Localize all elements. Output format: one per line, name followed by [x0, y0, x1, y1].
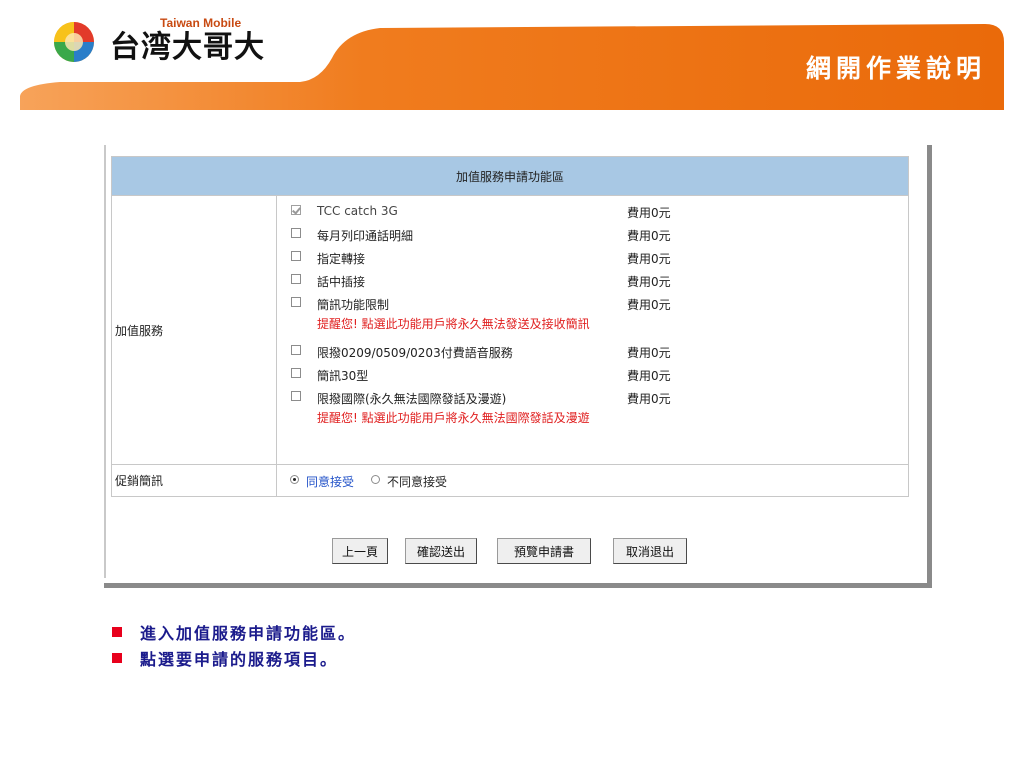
promo-decline-radio[interactable] [371, 475, 380, 484]
option-label: 限撥0209/0509/0203付費語音服務 [317, 346, 513, 360]
option-fee: 費用0元 [627, 252, 671, 266]
sms-warning: 提醒您! 點選此功能用戶將永久無法發送及接收簡訊 [317, 317, 590, 331]
option-label: TCC catch 3G [317, 204, 398, 218]
bullet-square-icon [112, 627, 122, 637]
option-label: 話中插接 [317, 275, 366, 289]
frame-edge [104, 145, 106, 578]
option-fee: 費用0元 [627, 229, 671, 243]
promo-label: 促銷簡訊 [111, 464, 277, 497]
cancel-exit-button[interactable]: 取消退出 [613, 538, 687, 564]
note-item: 點選要申請的服務項目。 [112, 645, 356, 671]
prev-page-button[interactable]: 上一頁 [332, 538, 388, 564]
checkbox-call-waiting[interactable] [291, 274, 301, 284]
promo-accept-radio[interactable] [290, 475, 299, 484]
option-row: 簡訊30型 費用0元 [277, 363, 908, 386]
checkbox-intl-block[interactable] [291, 391, 301, 401]
option-fee: 費用0元 [627, 206, 671, 220]
promo-decline-label[interactable]: 不同意接受 [387, 473, 447, 490]
option-row: 指定轉接 費用0元 [277, 246, 908, 269]
vas-label: 加值服務 [111, 195, 277, 465]
globe-icon [54, 22, 94, 62]
option-row: 限撥0209/0509/0203付費語音服務 費用0元 [277, 340, 908, 363]
option-label: 限撥國際(永久無法國際發話及漫遊) [317, 392, 507, 406]
vas-options: TCC catch 3G 費用0元 每月列印通話明細 費用0元 指定轉接 費用0… [276, 195, 909, 465]
option-row: 話中插接 費用0元 [277, 269, 908, 292]
option-fee: 費用0元 [627, 298, 671, 312]
warning-row: 提醒您! 點選此功能用戶將永久無法發送及接收簡訊 [277, 315, 908, 334]
checkbox-tcc[interactable] [291, 205, 301, 215]
intl-warning: 提醒您! 點選此功能用戶將永久無法國際發話及漫遊 [317, 411, 590, 425]
vas-form-table: 加值服務申請功能區 加值服務 TCC catch 3G 費用0元 每月列印通話明… [111, 156, 909, 497]
option-row: TCC catch 3G 費用0元 [277, 200, 908, 223]
note-text: 點選要申請的服務項目。 [140, 650, 339, 669]
checkbox-premium-voice-block[interactable] [291, 345, 301, 355]
option-fee: 費用0元 [627, 369, 671, 383]
option-fee: 費用0元 [627, 275, 671, 289]
section-header: 加值服務申請功能區 [111, 156, 909, 196]
option-label: 簡訊30型 [317, 369, 369, 383]
page-title: 網開作業說明 [805, 54, 986, 83]
option-fee: 費用0元 [627, 346, 671, 360]
option-label: 指定轉接 [317, 252, 366, 266]
option-fee: 費用0元 [627, 392, 671, 406]
option-label: 簡訊功能限制 [317, 298, 390, 312]
checkbox-sms-restrict[interactable] [291, 297, 301, 307]
instruction-notes: 進入加值服務申請功能區。 點選要申請的服務項目。 [112, 619, 356, 671]
bullet-square-icon [112, 653, 122, 663]
checkbox-sms30[interactable] [291, 368, 301, 378]
option-row: 限撥國際(永久無法國際發話及漫遊) 費用0元 [277, 386, 908, 409]
warning-row: 提醒您! 點選此功能用戶將永久無法國際發話及漫遊 [277, 409, 908, 428]
note-item: 進入加值服務申請功能區。 [112, 619, 356, 645]
option-row: 每月列印通話明細 費用0元 [277, 223, 908, 246]
preview-application-button[interactable]: 預覽申請書 [497, 538, 591, 564]
checkbox-monthly-statement[interactable] [291, 228, 301, 238]
promo-accept-label[interactable]: 同意接受 [306, 473, 354, 490]
logo-english: Taiwan Mobile [160, 16, 242, 30]
checkbox-call-forward[interactable] [291, 251, 301, 261]
option-label: 每月列印通話明細 [317, 229, 414, 243]
confirm-submit-button[interactable]: 確認送出 [405, 538, 477, 564]
promo-options: 同意接受 不同意接受 [276, 464, 909, 497]
logo-chinese: 台湾大哥大 [110, 30, 265, 65]
option-row: 簡訊功能限制 費用0元 [277, 292, 908, 315]
note-text: 進入加值服務申請功能區。 [140, 624, 357, 643]
